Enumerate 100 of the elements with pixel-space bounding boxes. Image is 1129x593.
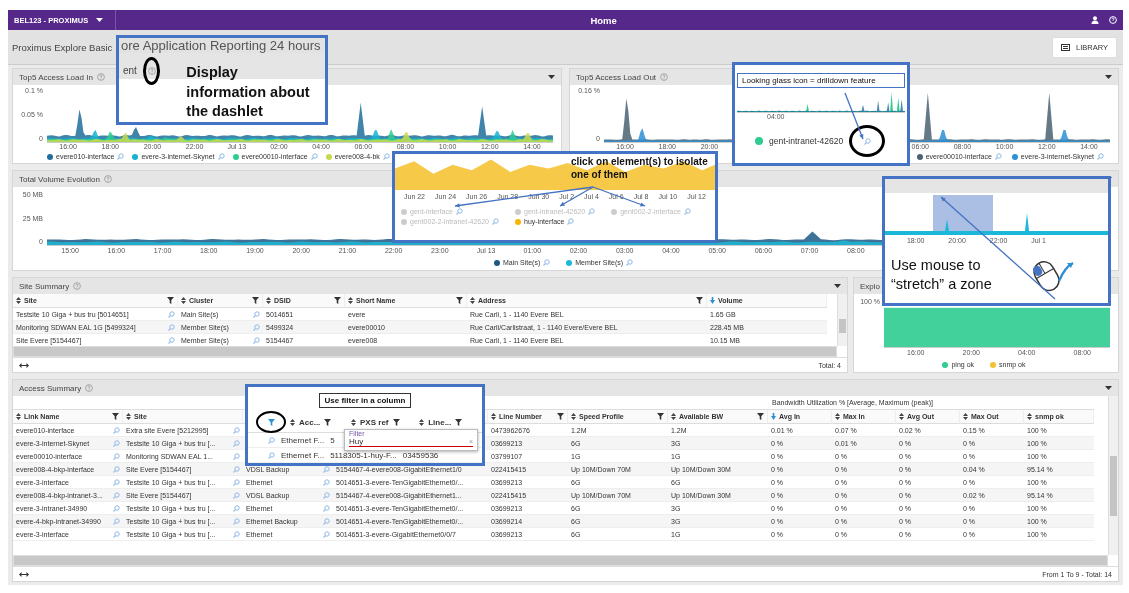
sort-icon[interactable] [16, 413, 21, 420]
caret-icon[interactable] [834, 284, 841, 288]
magnifier-icon[interactable] [113, 504, 120, 512]
table-cell: Ethernet F... [281, 450, 325, 460]
magnifier-icon[interactable] [492, 218, 499, 225]
magnifier-icon[interactable] [588, 208, 596, 215]
magnifier-icon[interactable] [382, 153, 390, 160]
magnifier-icon[interactable] [233, 530, 240, 538]
magnifier-icon[interactable] [113, 530, 120, 538]
magnifier-icon[interactable] [217, 153, 225, 160]
sort-icon[interactable] [266, 297, 271, 304]
magnifier-icon[interactable] [863, 137, 871, 145]
magnifier-icon[interactable] [994, 153, 1002, 160]
panel-title: Access Summary [19, 383, 82, 393]
filter-icon[interactable] [392, 418, 400, 426]
table-cell: Ethernet F... [281, 435, 325, 445]
sort-icon[interactable] [899, 413, 904, 420]
horizontal-scrollbar[interactable] [13, 346, 837, 357]
sort-icon[interactable] [290, 418, 295, 426]
caret-icon[interactable] [96, 18, 104, 22]
sort-icon[interactable] [491, 413, 496, 420]
magnifier-icon[interactable] [113, 452, 120, 460]
legend-label[interactable]: gent-intranet-42620 [769, 136, 844, 146]
book-icon [1061, 43, 1071, 51]
magnifier-icon[interactable] [323, 530, 330, 538]
magnifier-icon[interactable] [683, 208, 691, 215]
magnifier-icon[interactable] [455, 208, 463, 215]
arrow [844, 92, 864, 140]
double-arrow-icon[interactable] [19, 362, 29, 368]
sort-icon[interactable] [126, 413, 131, 420]
sort-descending-icon[interactable] [771, 413, 776, 420]
magnifier-icon[interactable] [113, 426, 120, 434]
callout-text: Display information about the dashlet [186, 63, 311, 122]
sort-icon[interactable] [16, 297, 21, 304]
filter-icon[interactable] [455, 418, 463, 426]
column-header[interactable]: PXS ref [360, 417, 389, 427]
filter-icon[interactable] [167, 297, 174, 304]
magnifier-icon[interactable] [168, 336, 175, 344]
magnifier-icon[interactable] [268, 436, 275, 444]
caret-icon[interactable] [1105, 75, 1112, 79]
sort-icon[interactable] [963, 413, 968, 420]
magnifier-icon[interactable] [268, 451, 275, 459]
magnifier-icon[interactable] [323, 478, 330, 486]
sort-icon[interactable] [1027, 413, 1032, 420]
page-title: ore Application Reporting 24 hours [121, 38, 321, 54]
sort-icon[interactable] [470, 297, 475, 304]
magnifier-icon[interactable] [117, 153, 125, 160]
magnifier-icon[interactable] [233, 426, 240, 434]
callout-text: Looking glass icon = drilldown feature [737, 73, 905, 88]
dashboard-title: Proximus Explore Basic [12, 41, 113, 53]
horizontal-scrollbar[interactable] [13, 555, 1108, 566]
table-cell: 5 [330, 435, 335, 445]
table-cell: 5118305-1-huy-F... [330, 450, 397, 460]
magnifier-icon[interactable] [543, 259, 551, 266]
sort-icon[interactable] [181, 297, 186, 304]
filter-icon[interactable] [252, 297, 259, 304]
sort-descending-icon[interactable] [710, 297, 715, 304]
magnifier-icon[interactable] [323, 504, 330, 512]
filter-icon[interactable] [112, 413, 119, 420]
filter-icon[interactable] [557, 413, 564, 420]
filter-icon[interactable] [456, 297, 463, 304]
magnifier-icon[interactable] [567, 218, 575, 225]
magnifier-icon[interactable] [310, 153, 318, 160]
magnifier-icon[interactable] [233, 452, 240, 460]
magnifier-icon[interactable] [626, 259, 634, 266]
caret-icon[interactable] [548, 75, 555, 79]
magnifier-icon[interactable] [233, 478, 240, 486]
column-header[interactable]: Acc... [299, 417, 321, 427]
filter-icon[interactable] [657, 413, 664, 420]
filter-icon[interactable] [334, 297, 341, 304]
panel-title: Top5 Access Load Out [576, 72, 657, 82]
column-header[interactable]: Line... [428, 417, 452, 427]
sort-icon[interactable] [351, 418, 357, 426]
filter-icon[interactable] [696, 297, 703, 304]
page-title: Home [589, 14, 618, 26]
callout-text: Use filter in a column [318, 393, 412, 408]
sort-icon[interactable] [671, 413, 676, 420]
user-icon[interactable] [1091, 16, 1099, 24]
sort-icon[interactable] [835, 413, 840, 420]
vertical-scrollbar[interactable] [837, 294, 847, 346]
callout-text: Use mouse to “stretch” a zone [891, 256, 993, 294]
table-cell: 03459536 [402, 450, 439, 460]
magnifier-icon[interactable] [323, 465, 330, 473]
magnifier-icon[interactable] [233, 504, 240, 512]
panel-title: Top5 Access Load In [19, 72, 93, 82]
sort-icon[interactable] [419, 418, 425, 426]
magnifier-icon[interactable] [253, 310, 260, 318]
magnifier-icon[interactable] [1097, 153, 1104, 160]
panel-title: Site Summary [19, 281, 70, 291]
magnifier-icon[interactable] [253, 336, 260, 344]
filter-icon[interactable] [324, 418, 332, 426]
magnifier-icon[interactable] [168, 310, 175, 318]
caret-icon[interactable] [1105, 386, 1112, 390]
magnifier-icon[interactable] [113, 478, 120, 486]
sort-icon[interactable] [348, 297, 353, 304]
panel-title: Total Volume Evolution [19, 174, 100, 184]
double-arrow-icon[interactable] [19, 571, 29, 577]
vertical-scrollbar[interactable] [1108, 396, 1118, 555]
filter-icon[interactable] [757, 413, 764, 420]
sort-icon[interactable] [571, 413, 576, 420]
